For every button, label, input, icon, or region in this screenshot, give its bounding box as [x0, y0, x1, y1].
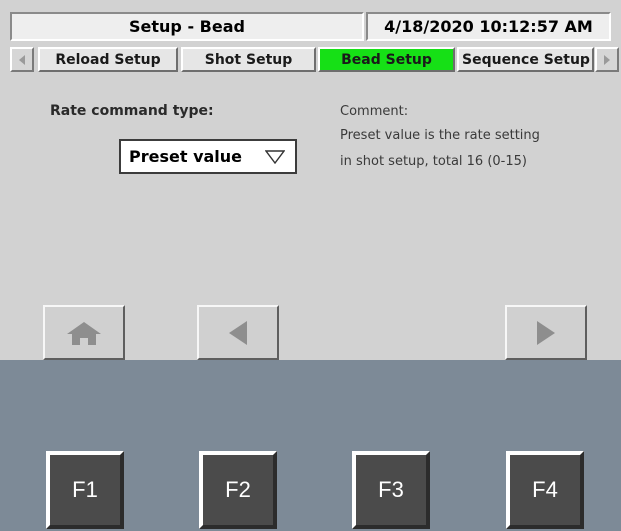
tab-label: Sequence Setup — [462, 51, 590, 68]
f3-key[interactable]: F3 — [352, 451, 430, 529]
tab-reload-setup[interactable]: Reload Setup — [38, 47, 178, 72]
arrow-right-icon — [537, 320, 555, 345]
tab-bead-setup[interactable]: Bead Setup — [318, 47, 455, 72]
comment-title: Comment: — [340, 104, 409, 119]
hmi-screen: Setup - Bead 4/18/2020 10:12:57 AM Reloa… — [0, 0, 621, 531]
home-button[interactable] — [43, 305, 125, 360]
f3-key-label: F3 — [378, 477, 404, 502]
comment-line-1: Preset value is the rate setting — [340, 128, 540, 143]
tab-shot-setup[interactable]: Shot Setup — [181, 47, 316, 72]
back-button[interactable] — [197, 305, 279, 360]
screen-title: Setup - Bead — [10, 12, 364, 41]
forward-button[interactable] — [505, 305, 587, 360]
tab-label: Reload Setup — [55, 51, 161, 68]
f4-key-label: F4 — [532, 477, 558, 502]
chevron-down-icon — [265, 150, 285, 164]
f1-key-label: F1 — [72, 477, 98, 502]
rate-command-dropdown[interactable]: Preset value — [119, 139, 297, 174]
rate-command-label: Rate command type: — [50, 103, 214, 119]
chevron-left-icon — [19, 54, 25, 65]
tab-scroll-left-button[interactable] — [10, 47, 34, 72]
datetime-display: 4/18/2020 10:12:57 AM — [366, 12, 611, 41]
tab-sequence-setup[interactable]: Sequence Setup — [457, 47, 594, 72]
comment-line-2: in shot setup, total 16 (0-15) — [340, 154, 527, 169]
datetime-text: 4/18/2020 10:12:57 AM — [384, 17, 593, 36]
tab-scroll-right-button[interactable] — [595, 47, 619, 72]
arrow-left-icon — [229, 320, 247, 345]
f4-key[interactable]: F4 — [506, 451, 584, 529]
chevron-right-icon — [604, 54, 610, 65]
f2-key-label: F2 — [225, 477, 251, 502]
dropdown-selected-value: Preset value — [129, 147, 243, 166]
screen-title-text: Setup - Bead — [129, 17, 245, 36]
f1-key[interactable]: F1 — [46, 451, 124, 529]
tab-label: Bead Setup — [341, 51, 432, 68]
tab-label: Shot Setup — [204, 51, 293, 68]
f2-key[interactable]: F2 — [199, 451, 277, 529]
home-icon — [67, 321, 101, 345]
